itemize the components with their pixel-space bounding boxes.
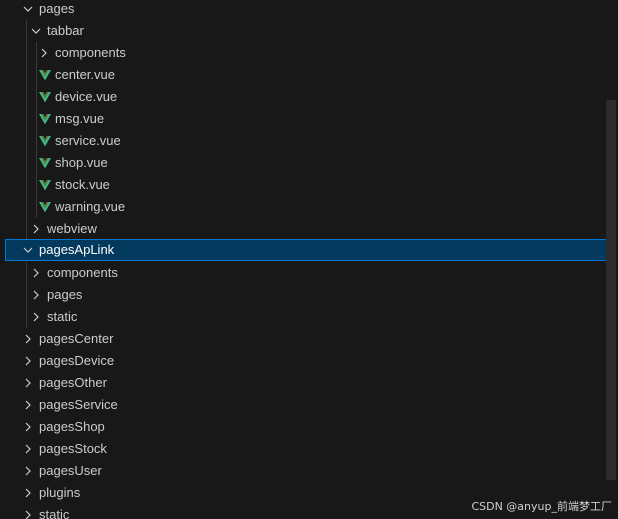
chevron-right-icon xyxy=(20,438,36,460)
vue-icon xyxy=(37,174,53,196)
tree-file[interactable]: stock.vue xyxy=(0,174,606,196)
vue-icon xyxy=(37,130,53,152)
tree-folder-pagesservice[interactable]: pagesService xyxy=(0,394,606,416)
tree-file[interactable]: service.vue xyxy=(0,130,606,152)
chevron-down-icon xyxy=(20,240,36,260)
chevron-right-icon xyxy=(20,460,36,482)
tree-folder-pagesstock[interactable]: pagesStock xyxy=(0,438,606,460)
vue-icon xyxy=(37,152,53,174)
tree-folder-label: pagesShop xyxy=(39,419,105,434)
tree-file[interactable]: warning.vue xyxy=(0,196,606,218)
tree-folder-static[interactable]: static xyxy=(0,306,606,328)
chevron-right-icon xyxy=(28,262,44,284)
tree-folder-pages[interactable]: pages xyxy=(0,284,606,306)
tree-file-label: center.vue xyxy=(55,67,115,82)
tree-file[interactable]: device.vue xyxy=(0,86,606,108)
tree-folder-pagesshop[interactable]: pagesShop xyxy=(0,416,606,438)
watermark: CSDN @anyup_前端梦工厂 xyxy=(471,500,612,513)
tree-folder-components[interactable]: components xyxy=(0,262,606,284)
tree-folder-label: static xyxy=(39,507,70,519)
tree-folder-webview[interactable]: webview xyxy=(0,218,606,240)
tree-folder-label: plugins xyxy=(39,485,81,500)
tree-folder-label: tabbar xyxy=(47,23,84,38)
file-explorer: pages tabbar components center.vue devic… xyxy=(0,0,618,519)
tree-file-label: device.vue xyxy=(55,89,118,104)
tree-folder-pagesother[interactable]: pagesOther xyxy=(0,372,606,394)
tree-file-label: warning.vue xyxy=(55,199,126,214)
tree-folder-label: webview xyxy=(47,221,97,236)
vertical-scrollbar[interactable] xyxy=(606,100,616,480)
tree-file[interactable]: shop.vue xyxy=(0,152,606,174)
vue-icon xyxy=(37,108,53,130)
tree-file[interactable]: msg.vue xyxy=(0,108,606,130)
tree-folder-label: pagesApLink xyxy=(39,242,115,257)
tree-folder-components[interactable]: components xyxy=(0,42,606,64)
tree-folder-label: pages xyxy=(39,1,75,16)
tree-folder-pages[interactable]: pages xyxy=(0,0,606,20)
vue-icon xyxy=(37,196,53,218)
tree-folder-pagesdevice[interactable]: pagesDevice xyxy=(0,350,606,372)
tree-folder-label: pagesStock xyxy=(39,441,107,456)
tree-folder-tabbar[interactable]: tabbar xyxy=(0,20,606,42)
tree-folder-label: pagesUser xyxy=(39,463,102,478)
tree-folder-label: static xyxy=(47,309,78,324)
tree-folder-label: pagesCenter xyxy=(39,331,114,346)
chevron-right-icon xyxy=(20,350,36,372)
tree-file[interactable]: center.vue xyxy=(0,64,606,86)
chevron-right-icon xyxy=(36,42,52,64)
tree-folder-label: pages xyxy=(47,287,83,302)
chevron-right-icon xyxy=(20,416,36,438)
vue-icon xyxy=(37,86,53,108)
chevron-right-icon xyxy=(28,284,44,306)
chevron-down-icon xyxy=(28,20,44,42)
chevron-right-icon xyxy=(20,482,36,504)
tree-folder-label: pagesDevice xyxy=(39,353,115,368)
tree-folder-label: pagesService xyxy=(39,397,118,412)
chevron-right-icon xyxy=(20,328,36,350)
tree-folder-label: pagesOther xyxy=(39,375,107,390)
chevron-right-icon xyxy=(20,504,36,519)
tree-file-label: stock.vue xyxy=(55,177,110,192)
tree-folder-pagesaplink[interactable]: pagesApLink xyxy=(5,239,616,261)
chevron-right-icon xyxy=(28,306,44,328)
tree-folder-pagesuser[interactable]: pagesUser xyxy=(0,460,606,482)
chevron-right-icon xyxy=(20,372,36,394)
tree-file-label: msg.vue xyxy=(55,111,105,126)
chevron-down-icon xyxy=(20,0,36,20)
tree-folder-label: components xyxy=(47,265,118,280)
chevron-right-icon xyxy=(20,394,36,416)
tree-file-label: service.vue xyxy=(55,133,121,148)
tree-folder-pagescenter[interactable]: pagesCenter xyxy=(0,328,606,350)
vue-icon xyxy=(37,64,53,86)
chevron-right-icon xyxy=(28,218,44,240)
tree-file-label: shop.vue xyxy=(55,155,108,170)
tree-folder-label: components xyxy=(55,45,126,60)
